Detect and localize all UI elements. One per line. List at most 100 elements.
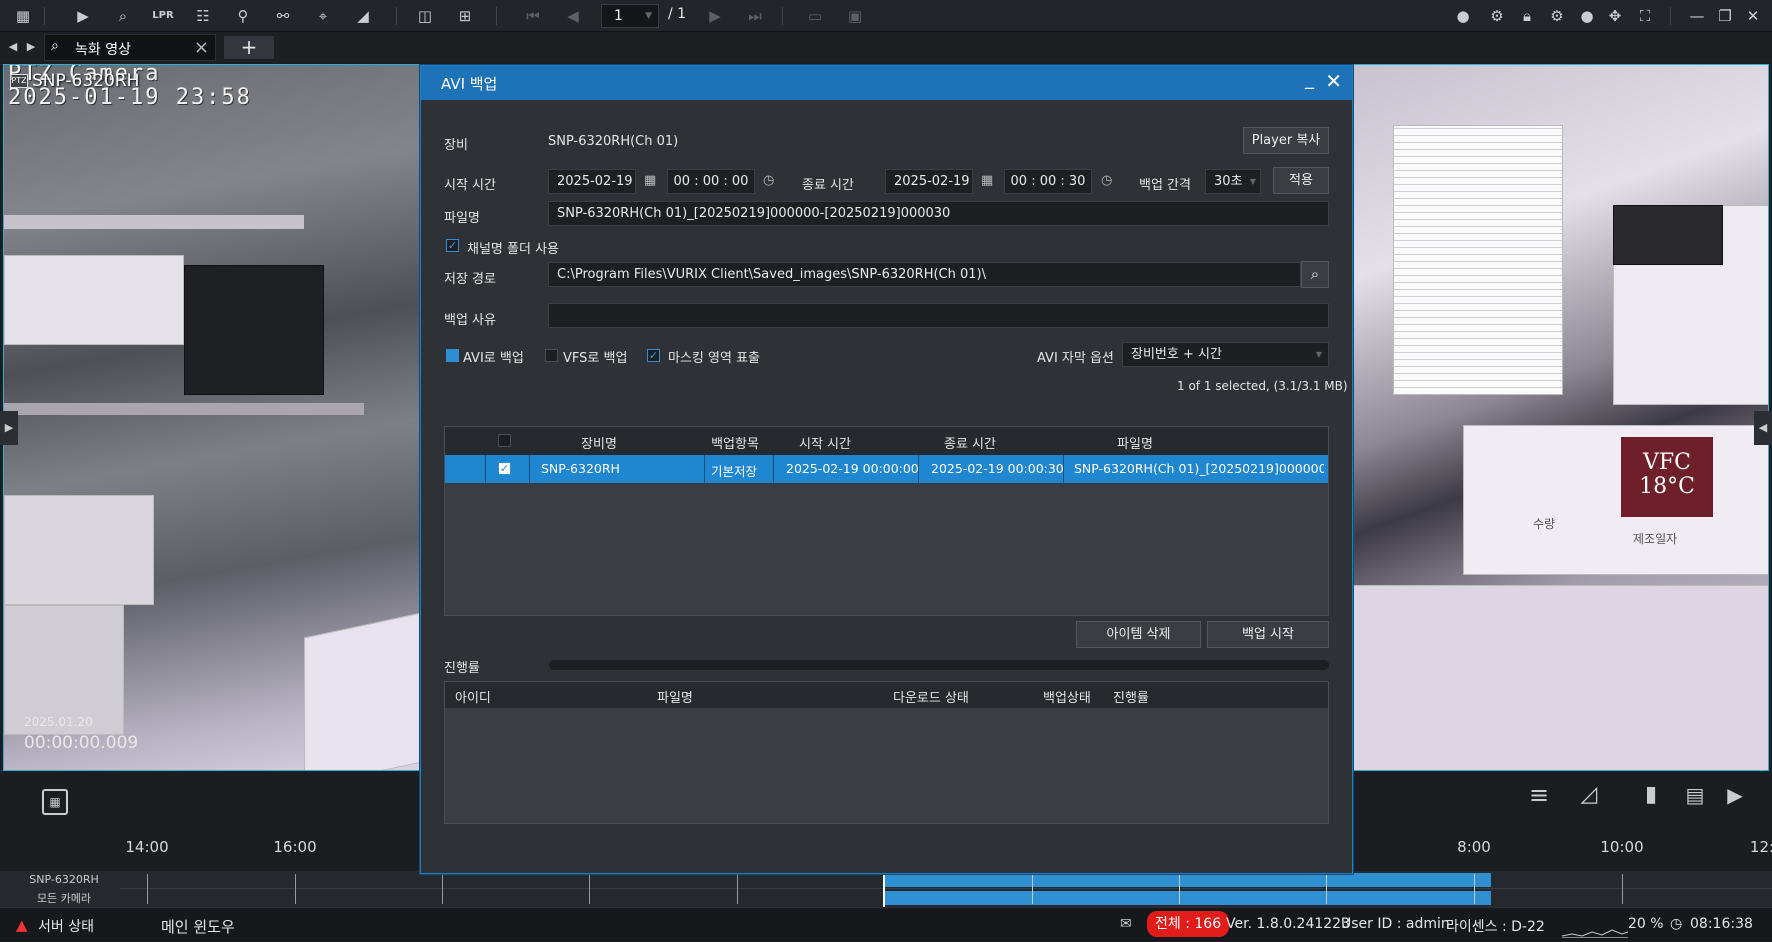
total-alert-badge[interactable]: 전체 : 166	[1147, 911, 1230, 937]
recording-segment[interactable]	[885, 873, 1491, 887]
map-pin-icon[interactable]: ⌖	[312, 6, 334, 26]
close-icon[interactable]: ✕	[1325, 69, 1342, 93]
row-checkbox[interactable]: ✓	[498, 462, 511, 475]
cell-start: 2025-02-19 00:00:00	[786, 461, 919, 476]
page-number-input[interactable]: 1 ▼	[601, 4, 659, 28]
add-view-icon[interactable]: ⊞	[454, 6, 476, 26]
layout-split-icon[interactable]: ◫	[414, 6, 436, 26]
column-header[interactable]: 백업항목	[705, 433, 765, 452]
avi-backup-radio[interactable]: ■	[446, 349, 459, 362]
column-header[interactable]: 파일명	[1065, 433, 1205, 452]
event-icon[interactable]: ✉	[1120, 916, 1132, 932]
server-status[interactable]: 서버 상태	[38, 916, 94, 936]
dialog-title-bar[interactable]: AVI 백업 _ ✕	[421, 66, 1352, 100]
minimize-window-icon[interactable]: —	[1686, 6, 1708, 26]
start-date-field[interactable]: 2025-02-19	[548, 169, 636, 194]
toolbar-divider	[496, 7, 497, 25]
close-window-icon[interactable]: ✕	[1742, 6, 1764, 26]
add-list-icon[interactable]: ≡	[1528, 783, 1550, 807]
channel-folder-checkbox[interactable]: ✓	[446, 239, 459, 252]
video-export-icon[interactable]: ▶	[1724, 785, 1746, 805]
add-tab-button[interactable]: +	[224, 36, 274, 59]
clock-icon[interactable]: ◷	[763, 173, 774, 188]
next-page-icon[interactable]: ▶	[704, 6, 726, 26]
playback-search-icon: ⌕	[51, 38, 59, 54]
cpu-usage: 20 %	[1628, 916, 1664, 932]
apply-button[interactable]: 적용	[1273, 167, 1329, 194]
close-icon[interactable]: ×	[194, 37, 209, 58]
calendar-icon[interactable]: ▦	[644, 173, 656, 188]
delete-item-button[interactable]: 아이템 삭제	[1076, 621, 1201, 648]
filename-field[interactable]: SNP-6320RH(Ch 01)_[20250219]000000-[2025…	[548, 201, 1329, 226]
box-graphic	[4, 495, 154, 605]
right-panel-toggle-icon[interactable]: ◀	[1754, 411, 1772, 445]
interval-select[interactable]: 30초 ▼	[1205, 169, 1261, 194]
start-backup-button[interactable]: 백업 시작	[1207, 621, 1329, 648]
move-icon[interactable]: ✥	[1604, 6, 1626, 26]
tab-recorded-video[interactable]: ⌕ 녹화 영상 ×	[44, 34, 216, 61]
column-header[interactable]: 다운로드 상태	[893, 687, 969, 706]
subtitle-option-select[interactable]: 장비번호 + 시간 ▼	[1122, 342, 1329, 367]
playback-cursor[interactable]	[883, 871, 885, 907]
save-path-field[interactable]: C:\Program Files\VURIX Client\Saved_imag…	[548, 262, 1301, 287]
calendar-icon[interactable]: ▦	[42, 789, 68, 815]
clock-icon[interactable]: ◷	[1101, 173, 1112, 188]
live-video-icon[interactable]: ▶	[72, 6, 94, 26]
person-search-icon[interactable]: ⚲	[232, 6, 254, 26]
lpr-icon[interactable]: LPR	[152, 6, 174, 26]
recording-segment[interactable]	[885, 891, 1491, 905]
first-page-icon[interactable]: ⏮	[522, 6, 544, 26]
video-time: 00:00:00.009	[24, 733, 139, 753]
event-list-icon[interactable]: ☷	[192, 6, 214, 26]
vfs-backup-label: VFS로 백업	[563, 351, 628, 366]
start-time-field[interactable]: 00 : 00 : 00	[667, 169, 755, 194]
calendar-icon[interactable]: ▦	[981, 173, 993, 188]
column-header[interactable]: 종료 시간	[920, 433, 1020, 452]
video-pane-right[interactable]: VFC 18°C 수량 제조일자	[1352, 64, 1769, 771]
bookmark-icon[interactable]: ▮	[1640, 784, 1662, 806]
column-header[interactable]: 파일명	[657, 687, 693, 706]
column-header[interactable]: 진행률	[1113, 687, 1149, 706]
column-header[interactable]: 장비명	[529, 433, 669, 452]
track-label: SNP-6320RH	[29, 873, 99, 886]
snapshot-icon[interactable]: ▣	[844, 6, 866, 26]
lock-icon[interactable]: 🔒︎	[1516, 6, 1538, 26]
restore-window-icon[interactable]: ❐	[1714, 6, 1736, 26]
table-row[interactable]: ✓ SNP-6320RH 기본저장 2025-02-19 00:00:00 20…	[445, 455, 1328, 483]
subtitle-option-label: AVI 자막 옵션	[1037, 351, 1114, 366]
tab-scroll-right-icon[interactable]: ▶	[20, 37, 42, 57]
monitor-icon[interactable]: ▭	[804, 6, 826, 26]
player-copy-button[interactable]: Player 복사	[1243, 127, 1329, 154]
masking-checkbox[interactable]: ✓	[647, 349, 660, 362]
image-export-icon[interactable]: ▤	[1684, 785, 1706, 805]
column-header[interactable]: 시작 시간	[775, 433, 875, 452]
last-page-icon[interactable]: ⏭	[744, 6, 766, 26]
search-icon[interactable]: ⌕	[1301, 261, 1329, 288]
video-pane-left[interactable]: PTZ Camera 2025-01-19 23:58 PTZ SNP-6320…	[3, 64, 421, 771]
left-panel-toggle-icon[interactable]: ▶	[0, 411, 18, 445]
main-window-label[interactable]: 메인 윈도우	[161, 916, 235, 937]
chat-icon[interactable]: ●	[1452, 6, 1474, 26]
minimize-icon[interactable]: _	[1305, 69, 1314, 90]
fullscreen-icon[interactable]: ⛶	[1634, 6, 1656, 26]
user-icon[interactable]: ●	[1576, 6, 1598, 26]
status-bar: ▲ 서버 상태 메인 윈도우 ✉ 전체 : 166 Ver. 1.8.0.241…	[0, 907, 1772, 941]
box-graphic	[4, 255, 184, 345]
column-header[interactable]: 백업상태	[1043, 687, 1091, 706]
box-graphic	[1463, 425, 1768, 575]
reason-field[interactable]	[548, 303, 1329, 328]
playback-search-icon[interactable]: ⌕	[112, 6, 134, 26]
end-time-field[interactable]: 00 : 00 : 30	[1004, 169, 1092, 194]
speaker-icon[interactable]: ◢	[352, 6, 374, 26]
column-header[interactable]: 아이디	[455, 687, 491, 706]
settings-gear-icon[interactable]: ⚙	[1546, 6, 1568, 26]
vfs-backup-radio[interactable]	[545, 349, 558, 362]
chart-icon[interactable]: ◿	[1578, 784, 1600, 806]
bicycle-icon[interactable]: ⚯	[272, 6, 294, 26]
prev-page-icon[interactable]: ◀	[562, 6, 584, 26]
timeline-tick	[1179, 874, 1180, 904]
select-all-checkbox[interactable]	[498, 434, 511, 447]
grid-menu-icon[interactable]: ▦	[12, 6, 34, 26]
end-date-field[interactable]: 2025-02-19	[885, 169, 973, 194]
config-window-icon[interactable]: ⚙	[1486, 6, 1508, 26]
